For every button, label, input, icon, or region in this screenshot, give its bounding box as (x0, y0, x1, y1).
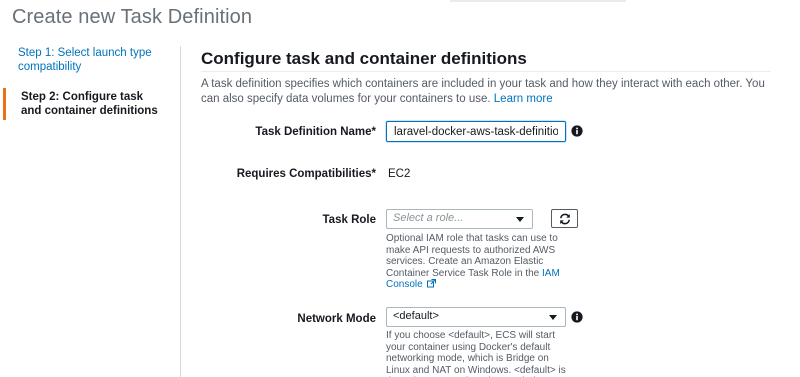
task-role-select[interactable]: Select a role... (386, 209, 533, 229)
external-link-icon (427, 279, 437, 288)
step-1-link[interactable]: Step 1: Select launch type compatibility (0, 44, 170, 76)
page-title: Create new Task Definition (12, 6, 253, 28)
requires-compatibilities-value: EC2 (388, 168, 411, 180)
network-mode-select[interactable]: <default> (386, 307, 566, 327)
divider-vertical (180, 46, 181, 377)
task-definition-name-input[interactable] (386, 121, 566, 142)
task-role-help: Optional IAM role that tasks can use to … (386, 233, 572, 291)
divider-horizontal (201, 71, 771, 72)
task-role-label: Task Role (322, 214, 376, 226)
caret-down-icon (549, 315, 557, 320)
network-mode-label: Network Mode (297, 313, 376, 325)
task-role-placeholder: Select a role... (393, 212, 464, 224)
task-definition-name-label: Task Definition Name* (255, 126, 376, 138)
section-description: A task definition specifies which contai… (201, 77, 771, 107)
description-text: A task definition specifies which contai… (201, 78, 765, 105)
wizard-steps: Step 1: Select launch type compatibility… (0, 44, 170, 120)
caret-down-icon (516, 217, 524, 222)
requires-compatibilities-label: Requires Compatibilities* (236, 168, 376, 180)
refresh-icon (559, 213, 570, 224)
learn-more-link[interactable]: Learn more (494, 93, 553, 105)
top-strip (450, 0, 626, 2)
section-title: Configure task and container definitions (201, 49, 527, 68)
step-2-current: Step 2: Configure task and container def… (3, 88, 170, 120)
network-mode-help: If you choose <default>, ECS will start … (386, 330, 566, 377)
network-mode-value: <default> (393, 310, 439, 322)
refresh-roles-button[interactable] (551, 209, 578, 228)
task-role-help-text: Optional IAM role that tasks can use to … (386, 233, 558, 279)
info-circle-icon[interactable] (571, 311, 583, 323)
info-circle-icon[interactable] (571, 125, 583, 137)
